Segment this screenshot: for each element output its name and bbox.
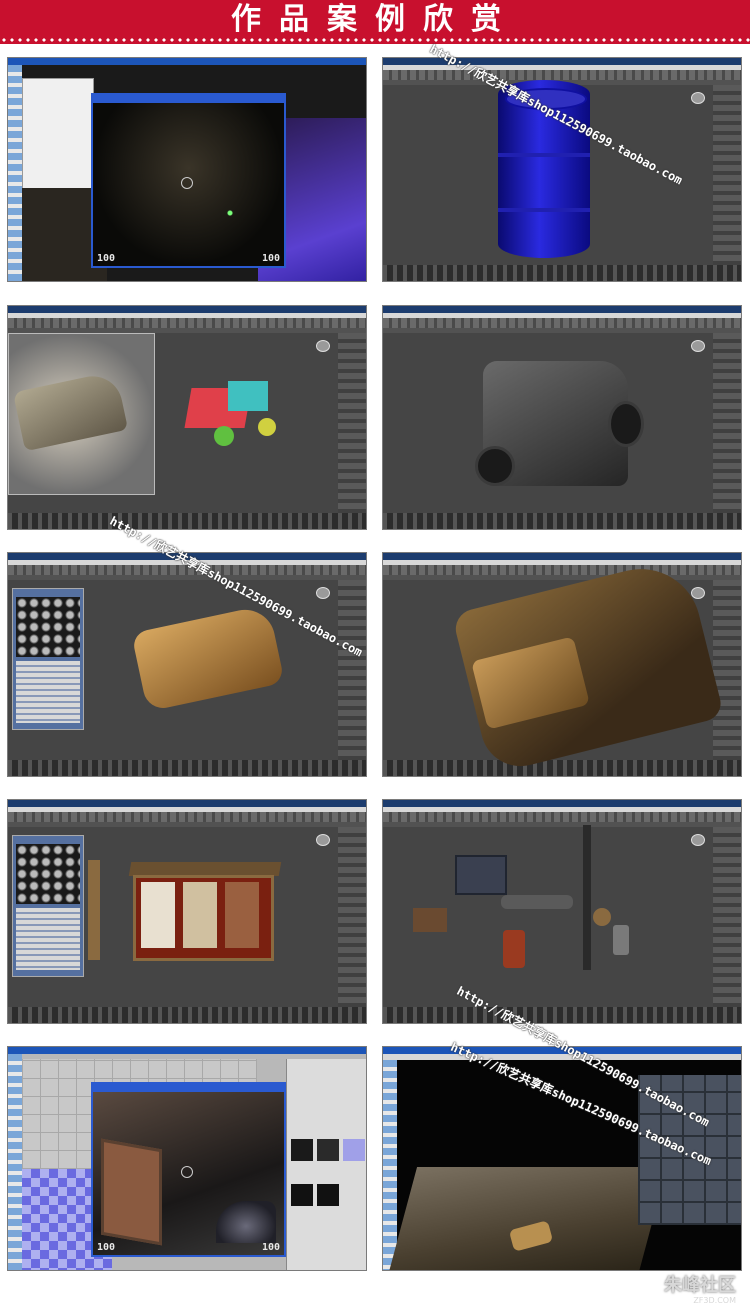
health-readout: 100 — [97, 1242, 116, 1253]
window-titlebar — [8, 1047, 366, 1054]
main-toolbar — [383, 565, 741, 575]
command-panel — [713, 333, 741, 513]
header-banner: 作品案例欣赏 — [0, 0, 750, 40]
browser-thumb-2 — [317, 1139, 339, 1161]
screenshot-2 — [382, 57, 742, 282]
material-spheres — [16, 844, 80, 904]
window-titlebar — [8, 58, 366, 65]
game-preview-window: 100 100 — [91, 1082, 286, 1257]
game-preview-window: 100 100 — [91, 93, 286, 268]
barrel-ring-bottom — [498, 208, 590, 212]
shelter-side-panel — [88, 860, 100, 960]
viewcube-icon — [316, 834, 330, 846]
jeep-wheel-left — [475, 446, 515, 486]
prop-log — [501, 895, 573, 909]
shelter-poster-1 — [141, 882, 175, 948]
command-panel — [338, 580, 366, 760]
blockout-wheel-front — [214, 426, 234, 446]
window-titlebar — [383, 553, 741, 560]
command-panel — [338, 333, 366, 513]
prop-can — [613, 925, 629, 955]
prop-sign — [593, 908, 611, 926]
shelter-poster — [101, 1138, 162, 1246]
game-window-titlebar — [93, 95, 284, 103]
editor-toolbar — [383, 1060, 397, 1270]
browser-thumb-5 — [317, 1184, 339, 1206]
barrel-ring-top — [498, 153, 590, 157]
screenshot-5 — [7, 552, 367, 777]
crosshair-icon — [181, 177, 193, 189]
prop-crate — [455, 855, 507, 895]
status-bar — [383, 760, 741, 776]
main-toolbar — [383, 70, 741, 80]
health-readout: 100 — [97, 253, 116, 264]
editor-toolbar — [8, 65, 22, 281]
window-titlebar — [383, 800, 741, 807]
ammo-readout: 100 — [261, 1242, 280, 1253]
window-titlebar — [8, 306, 366, 313]
screenshot-3 — [7, 305, 367, 530]
screenshot-7 — [7, 799, 367, 1024]
jeep-wheel-right — [608, 401, 644, 447]
screenshot-1: 100 100 — [7, 57, 367, 282]
viewcube-icon — [691, 587, 705, 599]
scene-ground — [388, 1167, 668, 1270]
blockout-cabin — [228, 381, 268, 411]
viewcube-icon — [316, 587, 330, 599]
material-editor — [12, 835, 84, 977]
status-bar — [8, 513, 366, 529]
status-bar — [8, 1007, 366, 1023]
browser-thumb-4 — [291, 1184, 313, 1206]
crosshair-icon — [181, 1166, 193, 1178]
prop-box — [413, 908, 447, 932]
main-toolbar — [8, 812, 366, 822]
material-params — [16, 661, 80, 723]
window-titlebar — [383, 306, 741, 313]
site-logo-subtitle: ZF3D.COM — [693, 1296, 736, 1305]
browser-thumb-1 — [291, 1139, 313, 1161]
editor-toolbar — [8, 1054, 22, 1270]
viewcube-icon — [691, 834, 705, 846]
main-toolbar — [383, 812, 741, 822]
game-window-titlebar — [93, 1084, 284, 1092]
status-bar — [383, 1007, 741, 1023]
material-params — [16, 908, 80, 970]
command-panel — [713, 827, 741, 1007]
status-bar — [8, 760, 366, 776]
prop-pole — [583, 825, 591, 970]
browser-thumb-3 — [343, 1139, 365, 1161]
material-spheres — [16, 597, 80, 657]
viewcube-icon — [691, 92, 705, 104]
main-toolbar — [383, 318, 741, 328]
command-panel — [713, 85, 741, 265]
status-bar — [383, 513, 741, 529]
shelter-poster-2 — [183, 882, 217, 948]
blockout-wheel-rear — [258, 418, 276, 436]
screenshot-6 — [382, 552, 742, 777]
material-editor — [12, 588, 84, 730]
banner-title: 作品案例欣赏 — [231, 2, 519, 37]
screenshot-4 — [382, 305, 742, 530]
enemy-eyes — [223, 210, 237, 216]
window-titlebar — [8, 800, 366, 807]
site-logo: 朱峰社区 — [664, 1275, 736, 1296]
screenshot-8 — [382, 799, 742, 1024]
viewcube-icon — [691, 340, 705, 352]
shelter-roof — [128, 862, 282, 876]
viewcube-icon — [316, 340, 330, 352]
status-bar — [383, 265, 741, 281]
prop-red-barrel — [503, 930, 525, 968]
ammo-readout: 100 — [261, 253, 280, 264]
shelter-poster-3 — [225, 882, 259, 948]
command-panel — [338, 827, 366, 1007]
main-toolbar — [8, 318, 366, 328]
command-panel — [713, 580, 741, 760]
screenshot-9: 100 100 — [7, 1046, 367, 1271]
content-browser-panel — [286, 1059, 366, 1270]
banner-dotted-border — [0, 36, 750, 44]
editor-browser-panel — [22, 78, 94, 190]
